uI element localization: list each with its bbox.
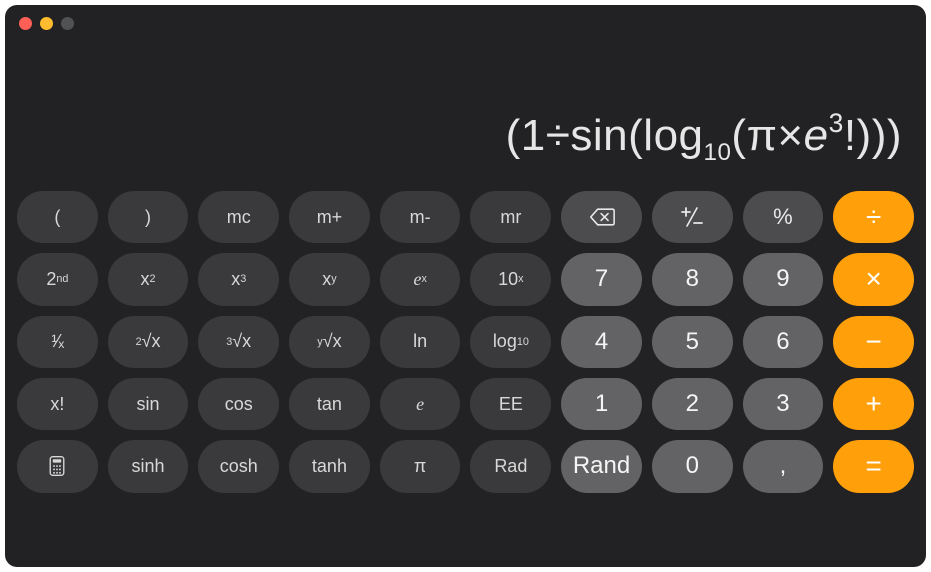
sqrt-button[interactable]: 2√x: [108, 316, 189, 368]
cbrt-button[interactable]: 3√x: [198, 316, 279, 368]
comma-button[interactable]: ,: [743, 440, 824, 492]
pi-button[interactable]: π: [380, 440, 461, 492]
five-button[interactable]: 5: [652, 316, 733, 368]
e-power-x-button[interactable]: ex: [380, 253, 461, 305]
plusminus-button[interactable]: [652, 191, 733, 243]
three-button[interactable]: 3: [743, 378, 824, 430]
display-expression: (1÷sin(log10(π×e3!))): [506, 111, 902, 167]
tanh-button[interactable]: tanh: [289, 440, 370, 492]
zero-button[interactable]: 0: [652, 440, 733, 492]
minimize-button[interactable]: [40, 17, 53, 30]
rand-button[interactable]: Rand: [561, 440, 642, 492]
percent-button[interactable]: %: [743, 191, 824, 243]
mr-button[interactable]: mr: [470, 191, 551, 243]
eight-button[interactable]: 8: [652, 253, 733, 305]
multiply-button[interactable]: ×: [833, 253, 914, 305]
display-area: (1÷sin(log10(π×e3!))): [5, 5, 926, 185]
x-cubed-button[interactable]: x3: [198, 253, 279, 305]
add-button[interactable]: +: [833, 378, 914, 430]
plus-minus-icon: [679, 206, 705, 228]
second-button[interactable]: 2nd: [17, 253, 98, 305]
yroot-button[interactable]: y√x: [289, 316, 370, 368]
delete-button[interactable]: [561, 191, 642, 243]
reciprocal-button[interactable]: ¹⁄ₓ: [17, 316, 98, 368]
mminus-button[interactable]: m-: [380, 191, 461, 243]
delete-icon: [589, 206, 615, 228]
calculator-window: (1÷sin(log10(π×e3!))) ()mcm+m-mr%÷2ndx2x…: [5, 5, 926, 567]
tan-button[interactable]: tan: [289, 378, 370, 430]
mc-button[interactable]: mc: [198, 191, 279, 243]
cosh-button[interactable]: cosh: [198, 440, 279, 492]
ee-button[interactable]: EE: [470, 378, 551, 430]
log10-button[interactable]: log10: [470, 316, 551, 368]
calculator-icon: [44, 455, 70, 477]
nine-button[interactable]: 9: [743, 253, 824, 305]
button-grid: ()mcm+m-mr%÷ 2ndx2x3xyex10x789× ¹⁄ₓ2√x3√xy…: [5, 185, 926, 567]
equals-button[interactable]: =: [833, 440, 914, 492]
rad-button[interactable]: Rad: [470, 440, 551, 492]
mode-button[interactable]: [17, 440, 98, 492]
e-constant-button[interactable]: e: [380, 378, 461, 430]
x-power-y-button[interactable]: xy: [289, 253, 370, 305]
two-button[interactable]: 2: [652, 378, 733, 430]
mplus-button[interactable]: m+: [289, 191, 370, 243]
maximize-button[interactable]: [61, 17, 74, 30]
one-button[interactable]: 1: [561, 378, 642, 430]
sinh-button[interactable]: sinh: [108, 440, 189, 492]
sin-button[interactable]: sin: [108, 378, 189, 430]
close-button[interactable]: [19, 17, 32, 30]
seven-button[interactable]: 7: [561, 253, 642, 305]
window-controls: [19, 17, 74, 30]
x-squared-button[interactable]: x2: [108, 253, 189, 305]
cos-button[interactable]: cos: [198, 378, 279, 430]
ten-power-x-button[interactable]: 10x: [470, 253, 551, 305]
rparen-button[interactable]: ): [108, 191, 189, 243]
lparen-button[interactable]: (: [17, 191, 98, 243]
divide-button[interactable]: ÷: [833, 191, 914, 243]
factorial-button[interactable]: x!: [17, 378, 98, 430]
subtract-button[interactable]: −: [833, 316, 914, 368]
six-button[interactable]: 6: [743, 316, 824, 368]
ln-button[interactable]: ln: [380, 316, 461, 368]
four-button[interactable]: 4: [561, 316, 642, 368]
